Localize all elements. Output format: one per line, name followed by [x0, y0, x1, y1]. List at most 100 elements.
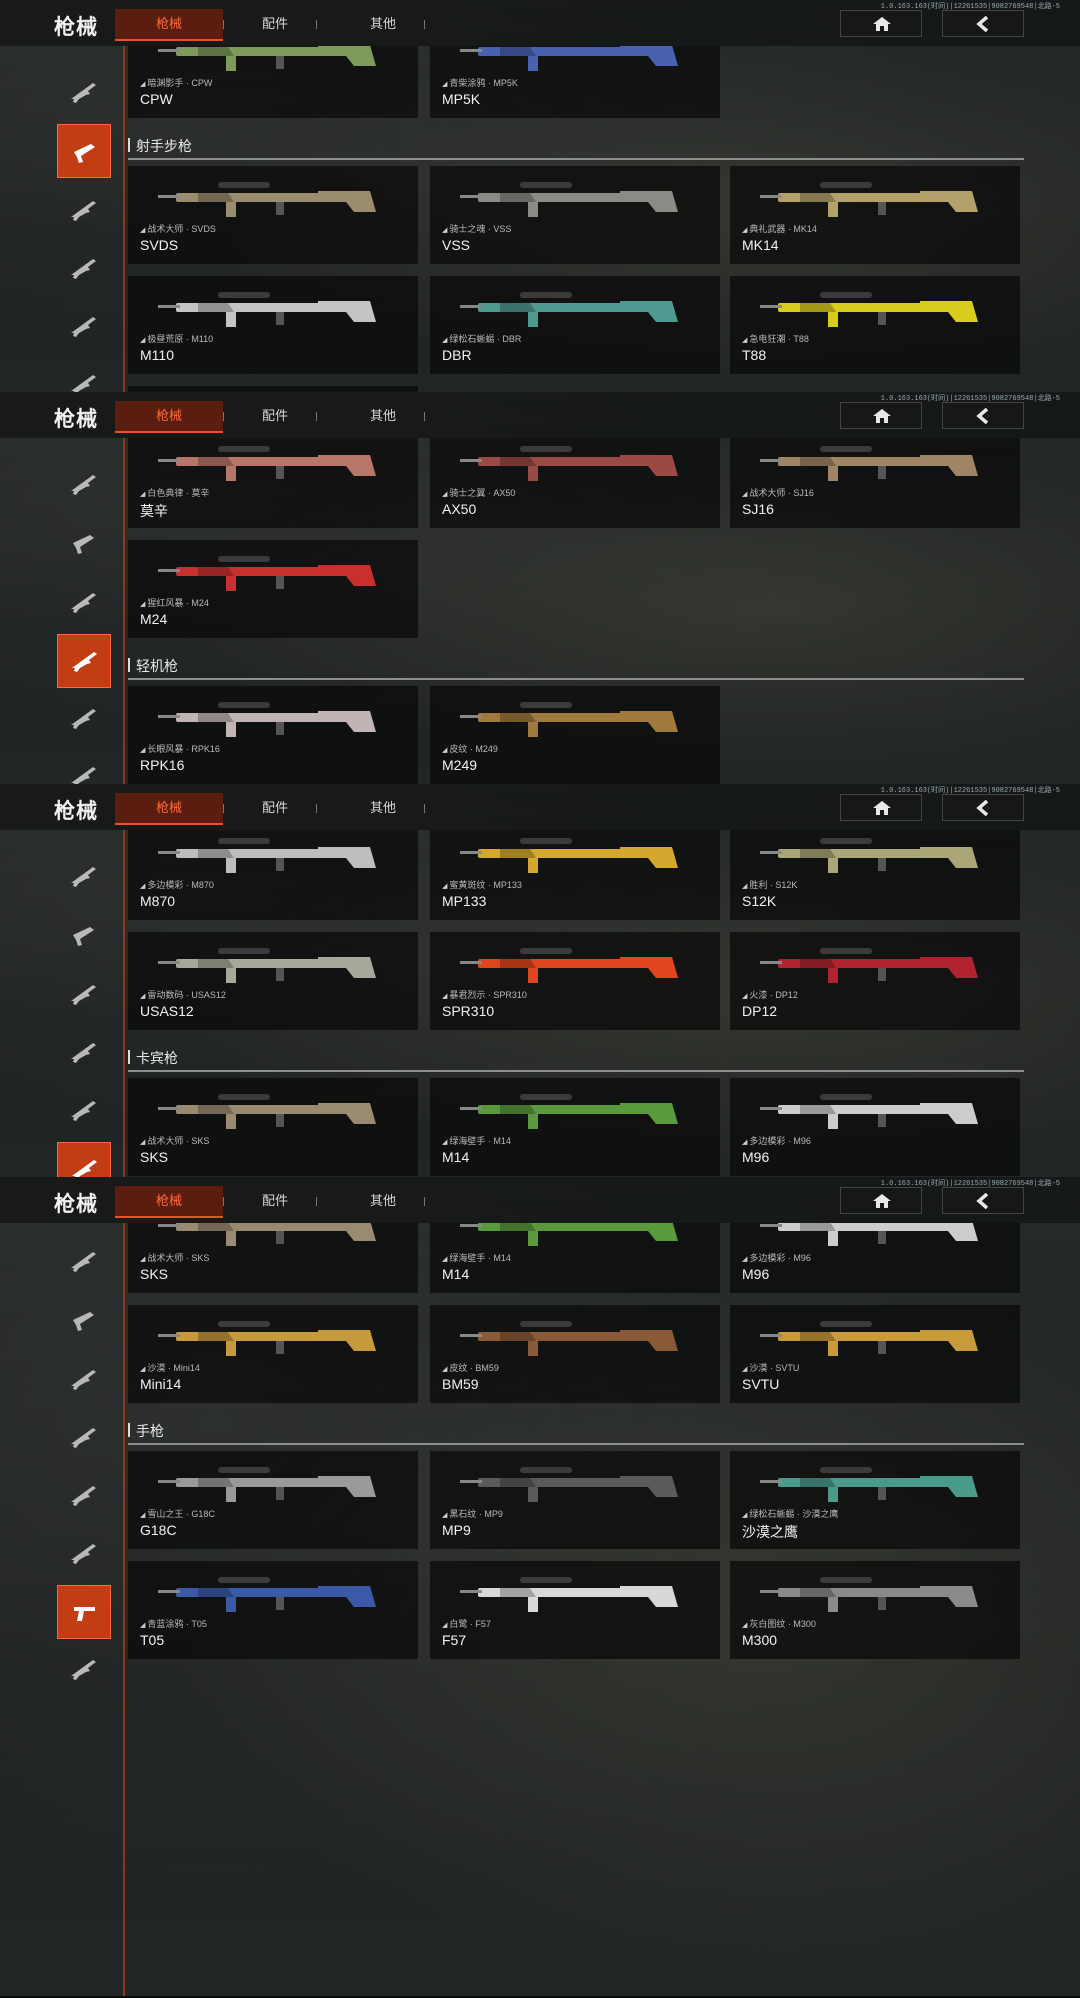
tab-other[interactable]: 其他: [348, 9, 418, 39]
weapon-card[interactable]: 青柴涂鸦 · MP5K MP5K: [430, 46, 720, 118]
weapon-card[interactable]: 暴君烈示 · SPR310 SPR310: [430, 932, 720, 1030]
back-button[interactable]: [942, 10, 1024, 37]
sidebar-item-4[interactable]: [57, 242, 111, 296]
weapon-card[interactable]: 白鹭 · F57 F57: [430, 1561, 720, 1659]
weapon-name: SKS: [140, 1149, 169, 1165]
weapon-card[interactable]: 战术大师 · SKS SKS: [128, 1078, 418, 1176]
tab-weapons[interactable]: 枪械: [115, 793, 223, 825]
weapon-skin-name: 雪山之王 · G18C: [140, 1507, 215, 1520]
sidebar-item-2[interactable]: [57, 516, 111, 570]
tab-attachments[interactable]: 配件: [240, 793, 310, 823]
weapon-card[interactable]: 绿松石蜥蜴 · 沙漠之鹰沙漠之鹰: [730, 1451, 1020, 1549]
home-button[interactable]: [840, 794, 922, 821]
weapon-card[interactable]: 多边模彩 · M870 M870: [128, 830, 418, 920]
sidebar-item-1[interactable]: [57, 66, 111, 120]
weapon-card[interactable]: 猩红风暴 · M24 M24: [128, 540, 418, 638]
weapon-card[interactable]: 多边模彩 · M96 M96: [730, 1223, 1020, 1293]
sidebar-item-7[interactable]: [57, 1585, 111, 1639]
weapon-card[interactable]: 灰白图纹 · M300 M300: [730, 1561, 1020, 1659]
tab-weapons[interactable]: 枪械: [115, 1186, 223, 1218]
weapon-card[interactable]: 暗渊影手 · CPW CPW: [128, 46, 418, 118]
sidebar-item-2[interactable]: [57, 124, 111, 178]
section-title: 射手步枪: [136, 138, 192, 154]
weapon-card[interactable]: 雷动数码 · USAS12 USAS12: [128, 932, 418, 1030]
weapon-card[interactable]: 骑士之翼 · AX50 AX50: [430, 438, 720, 528]
weapon-card[interactable]: 黑石纹 · MP9 MP9: [430, 1451, 720, 1549]
tab-weapons[interactable]: 枪械: [115, 9, 223, 41]
weapon-panel-3: 枪械 枪械 配件 其他 1.0.163.163(时间)|12261535|9082769…: [0, 784, 1080, 1179]
sidebar-item-5[interactable]: [57, 300, 111, 354]
weapon-card[interactable]: 沙漠 · SVTU SVTU: [730, 1305, 1020, 1403]
home-button[interactable]: [840, 10, 922, 37]
sidebar-item-6[interactable]: [57, 1142, 111, 1177]
tab-other[interactable]: 其他: [348, 1186, 418, 1216]
sidebar-item-4[interactable]: [57, 1026, 111, 1080]
weapon-card[interactable]: 战术大师 · SKS SKS: [128, 1223, 418, 1293]
weapon-card[interactable]: 绿松石蜥蜴 · DBR DBR: [430, 276, 720, 374]
sidebar-item-2[interactable]: [57, 1293, 111, 1347]
sidebar-item-1[interactable]: [57, 850, 111, 904]
weapon-card[interactable]: 极昼荒原 · M110 M110: [128, 276, 418, 374]
back-button[interactable]: [942, 794, 1024, 821]
lmg-icon: [71, 1486, 96, 1506]
weapon-skin-name: 猩红风暴 · M24: [140, 596, 209, 609]
weapon-card[interactable]: 骑士之魂 · VSS VSS: [430, 166, 720, 264]
weapon-card[interactable]: 白色典律 · 莫辛莫辛: [128, 438, 418, 528]
dmr-icon: [71, 593, 96, 613]
tab-attachments[interactable]: 配件: [240, 9, 310, 39]
tab-weapons[interactable]: 枪械: [115, 401, 223, 433]
assault-rifle-icon: [71, 1252, 96, 1272]
weapon-card[interactable]: 雪山之王 · G18C G18C: [128, 1451, 418, 1549]
weapon-card[interactable]: 急电狂潮 · T88 T88: [730, 276, 1020, 374]
weapon-image: [760, 948, 978, 983]
tab-attachments[interactable]: 配件: [240, 1186, 310, 1216]
weapon-card[interactable]: 火漆 · DP12 DP12: [730, 932, 1020, 1030]
back-arrow-icon: [976, 1193, 989, 1209]
weapon-card[interactable]: 皮纹 · M249 M249: [430, 686, 720, 784]
sidebar-item-8[interactable]: [57, 1643, 111, 1697]
sidebar-item-3[interactable]: [57, 184, 111, 238]
weapon-skin-name: 战术大师 · SVDS: [140, 222, 216, 235]
home-button[interactable]: [840, 1187, 922, 1214]
sidebar-item-3[interactable]: [57, 968, 111, 1022]
tab-other[interactable]: 其他: [348, 793, 418, 823]
weapon-skin-name: 沙漠 · Mini14: [140, 1361, 200, 1374]
weapon-card[interactable]: 胜利 · S12K S12K: [730, 830, 1020, 920]
sidebar-item-5[interactable]: [57, 692, 111, 746]
back-button[interactable]: [942, 402, 1024, 429]
weapon-card[interactable]: 青蓝涂鸦 · T05 T05: [128, 1561, 418, 1659]
sidebar-item-6[interactable]: [57, 750, 111, 784]
sidebar-item-6[interactable]: [57, 1527, 111, 1581]
weapon-card[interactable]: 沙漠 · Mini14 Mini14: [128, 1305, 418, 1403]
sidebar-item-1[interactable]: [57, 1235, 111, 1289]
tab-attachments[interactable]: 配件: [240, 401, 310, 431]
sidebar-item-4[interactable]: [57, 1411, 111, 1465]
page-title: 枪械: [54, 1193, 98, 1216]
weapon-card[interactable]: 皮纹 · BM59 BM59: [430, 1305, 720, 1403]
sidebar-item-6[interactable]: [57, 358, 111, 392]
weapon-card[interactable]: 典礼武器 · MK14 MK14: [730, 166, 1020, 264]
back-button[interactable]: [942, 1187, 1024, 1214]
weapon-card[interactable]: 战术大师 · SVDS SVDS: [128, 166, 418, 264]
top-bar: 枪械 枪械 配件 其他 1.0.163.163(时间)|12261535|9082769…: [0, 0, 1080, 46]
tab-divider: [316, 20, 317, 29]
weapon-card[interactable]: 绿海壁手 · M14 M14: [430, 1223, 720, 1293]
sidebar-item-2[interactable]: [57, 908, 111, 962]
weapon-skin-name: 白色典律 · 莫辛: [140, 486, 209, 499]
weapon-image: [158, 182, 376, 217]
weapon-skin-name: 战术大师 · SKS: [140, 1251, 209, 1264]
home-button[interactable]: [840, 402, 922, 429]
tab-other[interactable]: 其他: [348, 401, 418, 431]
sidebar-item-5[interactable]: [57, 1084, 111, 1138]
weapon-card[interactable]: 绿海壁手 · M14 M14: [430, 1078, 720, 1176]
weapon-card[interactable]: 蜜黄斑纹 · MP133 MP133: [430, 830, 720, 920]
sidebar-item-3[interactable]: [57, 1353, 111, 1407]
weapon-card[interactable]: 多边模彩 · M96 M96: [730, 1078, 1020, 1176]
sidebar-item-5[interactable]: [57, 1469, 111, 1523]
sidebar-item-3[interactable]: [57, 576, 111, 630]
sidebar-item-4[interactable]: [57, 634, 111, 688]
home-icon: [873, 17, 891, 31]
weapon-card[interactable]: 战术大师 · SJ16 SJ16: [730, 438, 1020, 528]
weapon-card[interactable]: 长眼风暴 · RPK16 RPK16: [128, 686, 418, 784]
sidebar-item-1[interactable]: [57, 458, 111, 512]
